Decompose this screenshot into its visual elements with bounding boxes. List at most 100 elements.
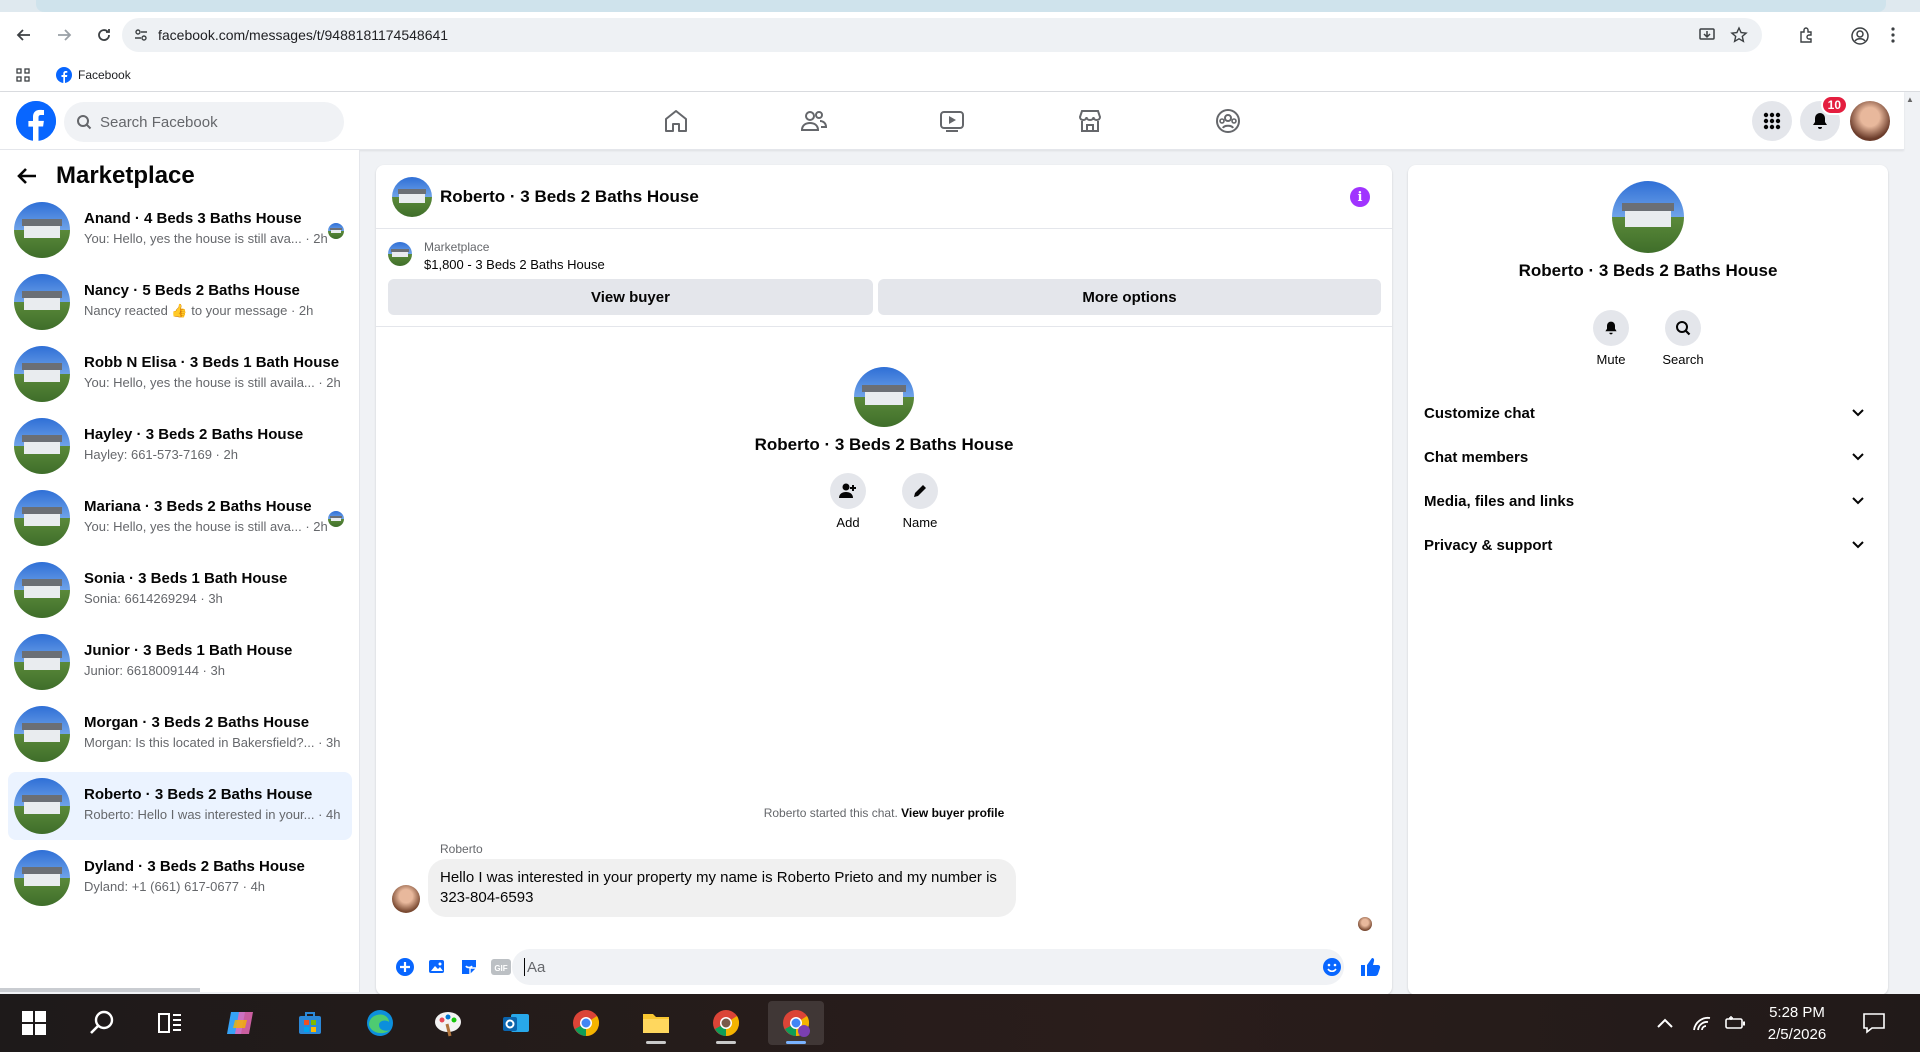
bookmark-facebook[interactable]: Facebook xyxy=(56,66,131,83)
tray-chevron-icon[interactable] xyxy=(1656,994,1674,1052)
nav-friends[interactable] xyxy=(758,92,870,150)
conversation-title: Roberto · 3 Beds 2 Baths House xyxy=(84,786,313,803)
conversation-thumbnail xyxy=(14,634,70,690)
chat-title[interactable]: Roberto · 3 Beds 2 Baths House xyxy=(440,187,699,207)
add-people-button[interactable]: Add xyxy=(818,473,878,530)
facebook-logo-icon[interactable] xyxy=(16,101,56,141)
profile-icon[interactable] xyxy=(1850,26,1870,46)
conversation-preview: Nancy reacted 👍 to your message · 2h xyxy=(84,303,314,318)
details-name: Roberto · 3 Beds 2 Baths House xyxy=(1518,261,1778,280)
notification-center-icon[interactable] xyxy=(1862,994,1886,1052)
back-icon[interactable] xyxy=(6,17,42,53)
task-view-icon[interactable] xyxy=(142,1001,198,1045)
conversation-preview: Dyland: +1 (661) 617-0677 · 4h xyxy=(84,879,266,894)
section-label: Media, files and links xyxy=(1424,492,1575,510)
account-avatar[interactable] xyxy=(1850,101,1890,141)
chevron-down-icon xyxy=(1852,409,1864,417)
chrome-profile-icon[interactable] xyxy=(698,1001,754,1045)
back-arrow-icon[interactable] xyxy=(16,165,38,187)
listing-thumbnail[interactable] xyxy=(388,242,412,266)
emoji-icon[interactable] xyxy=(1321,956,1343,978)
microsoft-store-icon[interactable] xyxy=(282,1001,338,1045)
conversation-title: Anand · 4 Beds 3 Baths House xyxy=(84,210,302,227)
address-bar[interactable]: facebook.com/messages/t/9488181174548641 xyxy=(122,18,1762,52)
search-in-chat-button[interactable]: Search xyxy=(1648,310,1718,367)
pencil-icon xyxy=(912,483,928,499)
bookmark-star-icon[interactable] xyxy=(1730,26,1748,44)
menu-dots-icon[interactable] xyxy=(1890,26,1896,44)
scroll-up-icon[interactable]: ▲ xyxy=(1906,95,1914,104)
paint-app-icon[interactable] xyxy=(420,1001,476,1045)
system-clock[interactable]: 5:28 PM 2/5/2026 xyxy=(1752,1002,1842,1046)
conversation-item[interactable]: Nancy · 5 Beds 2 Baths House Nancy reacte… xyxy=(8,268,352,336)
conversation-item[interactable]: Junior · 3 Beds 1 Bath House Junior: 6618… xyxy=(8,628,352,696)
facebook-favicon-icon xyxy=(56,66,72,83)
file-explorer-icon[interactable] xyxy=(628,1001,684,1045)
site-info-icon[interactable] xyxy=(134,28,148,42)
edit-name-button[interactable]: Name xyxy=(890,473,950,530)
conversation-item[interactable]: Roberto · 3 Beds 2 Baths House Roberto: H… xyxy=(8,772,352,840)
menu-button[interactable] xyxy=(1752,101,1792,141)
chrome-icon[interactable] xyxy=(558,1001,614,1045)
conversation-item[interactable]: Morgan · 3 Beds 2 Baths House Morgan: Is … xyxy=(8,700,352,768)
chat-details-panel: Roberto · 3 Beds 2 Baths House Mute Sear… xyxy=(1408,165,1888,995)
conversation-item[interactable]: Sonia · 3 Beds 1 Bath House Sonia: 661426… xyxy=(8,556,352,624)
battery-icon[interactable] xyxy=(1724,994,1748,1052)
extensions-icon[interactable] xyxy=(1798,26,1816,44)
mute-button[interactable]: Mute xyxy=(1576,310,1646,367)
active-tab[interactable] xyxy=(36,0,1886,12)
seen-avatar xyxy=(328,511,344,527)
edge-icon[interactable] xyxy=(352,1001,408,1045)
forward-icon[interactable] xyxy=(46,17,82,53)
install-app-icon[interactable] xyxy=(1698,26,1716,44)
message-bubble[interactable]: Hello I was interested in your property … xyxy=(428,859,1016,917)
section-label: Customize chat xyxy=(1424,404,1535,422)
section-privacy-support[interactable]: Privacy & support xyxy=(1424,523,1872,567)
details-avatar[interactable] xyxy=(1612,181,1684,253)
nav-groups[interactable] xyxy=(1172,92,1284,150)
sidebar-scrollbar[interactable] xyxy=(0,988,200,992)
add-person-icon xyxy=(839,482,857,500)
nav-video[interactable] xyxy=(896,92,1008,150)
chat-avatar[interactable] xyxy=(392,177,432,217)
conversation-item[interactable]: Hayley · 3 Beds 2 Baths House Hayley: 661… xyxy=(8,412,352,480)
started-text: Roberto started this chat. xyxy=(763,806,898,820)
conversation-thumbnail xyxy=(14,418,70,474)
view-buyer-button[interactable]: View buyer xyxy=(388,279,873,315)
conversation-item[interactable]: Robb N Elisa · 3 Beds 1 Bath House You: H… xyxy=(8,340,352,408)
section-media-files-links[interactable]: Media, files and links xyxy=(1424,479,1872,523)
more-options-button[interactable]: More options xyxy=(878,279,1381,315)
listing-title[interactable]: $1,800 - 3 Beds 2 Baths House xyxy=(424,257,605,272)
sticker-icon[interactable] xyxy=(458,956,480,978)
plus-circle-icon[interactable] xyxy=(394,956,416,978)
reload-icon[interactable] xyxy=(86,17,122,53)
view-buyer-profile-link[interactable]: View buyer profile xyxy=(901,806,1004,820)
taskbar-search-icon[interactable] xyxy=(74,1001,130,1045)
conversation-item[interactable]: Dyland · 3 Beds 2 Baths House Dyland: +1 … xyxy=(8,844,352,912)
nav-home[interactable] xyxy=(620,92,732,150)
outlook-icon[interactable] xyxy=(488,1001,544,1045)
photo-icon[interactable] xyxy=(426,956,448,978)
bookmark-label: Facebook xyxy=(78,67,131,82)
notifications-button[interactable]: 10 xyxy=(1800,95,1848,141)
section-customize-chat[interactable]: Customize chat xyxy=(1424,391,1872,435)
gif-icon[interactable]: GIF xyxy=(490,956,512,978)
url-text[interactable]: facebook.com/messages/t/9488181174548641 xyxy=(158,27,448,43)
conversation-item[interactable]: Anand · 4 Beds 3 Baths House You: Hello, … xyxy=(8,196,352,264)
facebook-search-input[interactable]: Search Facebook xyxy=(64,102,344,142)
nav-marketplace[interactable] xyxy=(1034,92,1146,150)
search-icon xyxy=(1675,320,1691,336)
sender-avatar[interactable] xyxy=(392,885,420,913)
conversation-item[interactable]: Mariana · 3 Beds 2 Baths House You: Hello… xyxy=(8,484,352,552)
thumbs-up-icon[interactable] xyxy=(1359,956,1381,978)
wifi-icon[interactable] xyxy=(1692,994,1714,1052)
info-icon[interactable]: i xyxy=(1350,187,1370,207)
windows-start-icon[interactable] xyxy=(6,1001,62,1045)
copilot-icon[interactable] xyxy=(212,1001,268,1045)
section-chat-members[interactable]: Chat members xyxy=(1424,435,1872,479)
chrome-active-icon[interactable] xyxy=(768,1001,824,1045)
home-icon xyxy=(663,108,689,134)
apps-grid-icon[interactable] xyxy=(16,67,30,82)
message-input[interactable]: Aa xyxy=(512,949,1344,985)
facebook-header: Search Facebook 10 xyxy=(0,92,1904,150)
